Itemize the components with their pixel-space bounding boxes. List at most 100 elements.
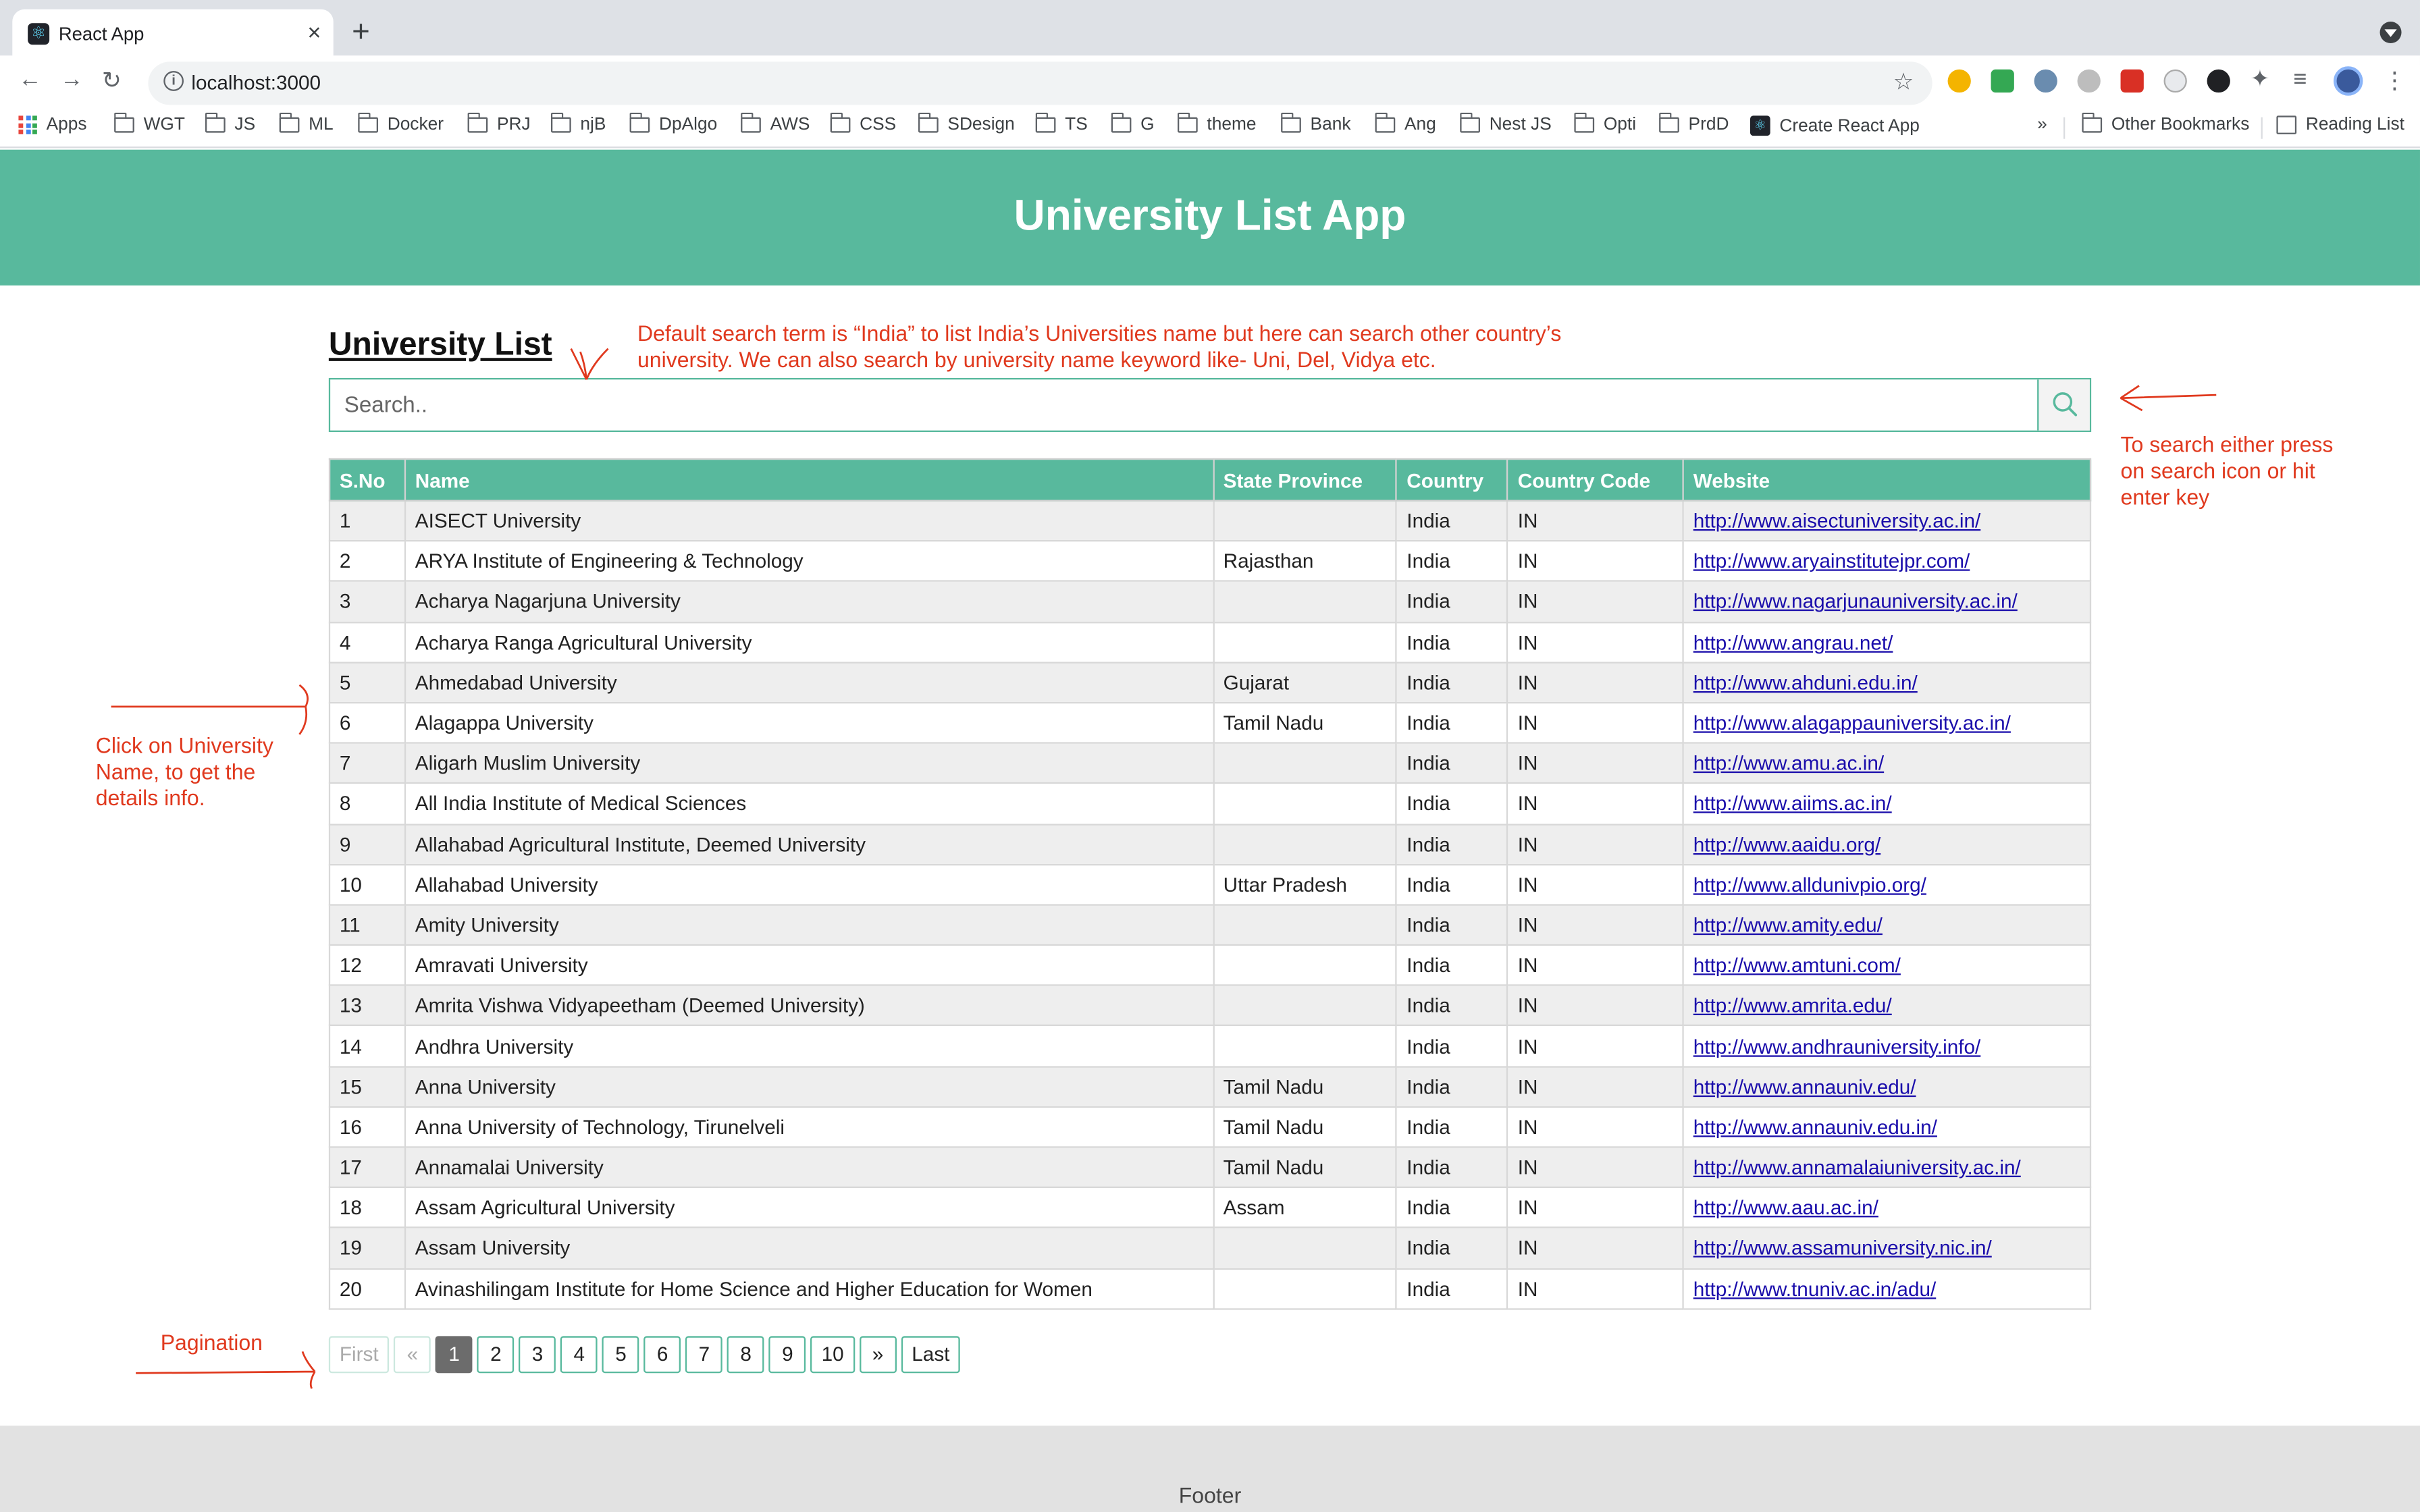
bookmark-folder[interactable]: WGT [113,112,185,134]
university-name-link[interactable]: Amity University [404,904,1214,946]
bookmark-create-react-app[interactable]: ⚛ Create React App [1750,115,1920,136]
bookmark-folder[interactable]: DpAlgo [629,112,717,134]
search-button[interactable] [2037,379,2090,431]
bookmark-folder[interactable]: Docker [357,112,444,134]
university-name-link[interactable]: Assam University [404,1226,1214,1270]
university-name-link[interactable]: AISECT University [404,500,1214,542]
website-link[interactable]: http://www.aisectuniversity.ac.in/ [1693,509,1981,532]
block-extension-icon[interactable] [2207,69,2230,93]
close-icon[interactable]: × [307,20,321,47]
pagination-page-button[interactable]: 2 [477,1336,515,1374]
university-name-link[interactable]: Allahabad University [404,863,1214,906]
pagination-page-button[interactable]: 3 [519,1336,556,1374]
university-name-link[interactable]: Acharya Ranga Agricultural University [404,621,1214,664]
pagination-page-button[interactable]: 9 [768,1336,806,1374]
university-name-link[interactable]: Ahmedabad University [404,661,1214,704]
website-link[interactable]: http://www.amu.ac.in/ [1693,752,1884,775]
website-link[interactable]: http://www.annamalaiuniversity.ac.in/ [1693,1156,2021,1179]
tab-search-icon[interactable] [2379,21,2402,43]
university-name-link[interactable]: ARYA Institute of Engineering & Technolo… [404,540,1214,583]
university-name-link[interactable]: Assam Agricultural University [404,1187,1214,1229]
university-name-link[interactable]: Aligarh Muslim University [404,742,1214,784]
bookmark-apps[interactable]: Apps [18,115,86,134]
website-link[interactable]: http://www.aaidu.org/ [1693,832,1880,855]
website-link[interactable]: http://www.annauniv.edu.in/ [1693,1115,1937,1138]
bookmark-folder[interactable]: JS [205,112,255,134]
bookmark-other[interactable]: Other Bookmarks [2081,112,2249,134]
website-link[interactable]: http://www.andhrauniversity.info/ [1693,1035,1981,1058]
website-link[interactable]: http://www.amtuni.com/ [1693,954,1901,977]
website-link[interactable]: http://www.annauniv.edu/ [1693,1075,1916,1098]
profile-avatar[interactable] [2333,66,2363,96]
university-name-link[interactable]: Andhra University [404,1025,1214,1067]
back-icon[interactable]: ← [18,66,41,92]
bookmark-folder[interactable]: PrdD [1658,112,1729,134]
website-link[interactable]: http://www.amity.edu/ [1693,913,1883,936]
website-link[interactable]: http://www.assamuniversity.nic.in/ [1693,1237,1992,1260]
university-name-link[interactable]: Annamalai University [404,1146,1214,1189]
forward-icon[interactable]: → [60,66,83,92]
university-name-link[interactable]: Alagappa University [404,701,1214,745]
university-name-link[interactable]: Anna University of Technology, Tirunelve… [404,1106,1214,1148]
red-extension-icon[interactable] [2120,69,2144,93]
bookmark-folder[interactable]: Ang [1374,112,1436,134]
pagination-page-button[interactable]: 1 [436,1336,473,1374]
bookmark-folder[interactable]: njB [550,112,606,134]
pagination-page-button[interactable]: 4 [560,1336,598,1374]
bookmark-folder[interactable]: AWS [740,112,810,134]
address-bar[interactable]: i localhost:3000 ☆ [148,61,1932,105]
bookmark-star-icon[interactable]: ☆ [1893,68,1914,96]
website-link[interactable]: http://www.amrita.edu/ [1693,994,1892,1017]
university-name-link[interactable]: Anna University [404,1065,1214,1108]
bookmark-folder[interactable]: ML [279,112,334,134]
pagination-page-button[interactable]: 7 [685,1336,723,1374]
website-link[interactable]: http://www.alagappauniversity.ac.in/ [1693,711,2011,734]
pagination-last-button[interactable]: Last [901,1336,961,1374]
university-name-link[interactable]: Amrita Vishwa Vidyapeetham (Deemed Unive… [404,984,1214,1027]
search-input[interactable] [330,379,2038,431]
timer-extension-icon[interactable] [2163,69,2187,93]
url-text[interactable]: localhost:3000 [191,71,321,94]
reload-icon[interactable]: ↻ [102,66,122,94]
website-link[interactable]: http://www.alldunivpio.org/ [1693,873,1926,896]
bookmark-folder[interactable]: CSS [830,112,896,134]
website-link[interactable]: http://www.aiims.ac.in/ [1693,792,1892,815]
website-link[interactable]: http://www.aryainstitutejpr.com/ [1693,549,1970,572]
university-name-link[interactable]: Amravati University [404,944,1214,987]
website-link[interactable]: http://www.ahduni.edu.in/ [1693,671,1918,694]
media-icon[interactable]: ≡ [2294,67,2307,93]
pagination-page-button[interactable]: 10 [810,1336,855,1374]
website-link[interactable]: http://www.angrau.net/ [1693,630,1893,653]
website-link[interactable]: http://www.nagarjunauniversity.ac.in/ [1693,590,2018,613]
menu-kebab-icon[interactable]: ⋮ [2383,66,2406,94]
reading-list-button[interactable]: Reading List [2276,115,2404,134]
pagination-first-button[interactable]: First [328,1336,390,1374]
university-name-link[interactable]: Allahabad Agricultural Institute, Deemed… [404,823,1214,865]
website-link[interactable]: http://www.aau.ac.in/ [1693,1196,1878,1219]
chart-extension-icon[interactable] [1991,69,2014,93]
pagination-page-button[interactable]: 6 [643,1336,681,1374]
website-link[interactable]: http://www.tnuniv.ac.in/adu/ [1693,1277,1937,1300]
pagination-prev-button[interactable]: « [394,1336,431,1374]
pagination-next-button[interactable]: » [859,1336,897,1374]
bookmark-folder[interactable]: SDesign [918,112,1015,134]
grey-extension-icon[interactable] [2077,69,2101,93]
university-name-link[interactable]: Acharya Nagarjuna University [404,580,1214,623]
bookmarks-overflow[interactable]: » [2037,115,2047,134]
bookmark-folder[interactable]: PRJ [467,112,531,134]
university-name-link[interactable]: All India Institute of Medical Sciences [404,782,1214,825]
r-extension-icon[interactable] [2034,69,2057,93]
bookmark-folder[interactable]: Nest JS [1459,112,1552,134]
university-name-link[interactable]: Avinashilingam Institute for Home Scienc… [404,1267,1214,1310]
bookmark-folder[interactable]: Opti [1573,112,1636,134]
bookmark-folder[interactable]: TS [1035,112,1088,134]
bookmark-folder[interactable]: Bank [1280,112,1350,134]
pagination-page-button[interactable]: 5 [602,1336,639,1374]
puzzle-extensions-icon[interactable]: ✦ [2251,67,2270,93]
info-icon[interactable]: i [163,71,184,91]
cookie-extension-icon[interactable] [1947,69,1971,93]
pagination-page-button[interactable]: 8 [727,1336,765,1374]
bookmark-folder[interactable]: G [1111,112,1155,134]
bookmark-folder[interactable]: theme [1177,112,1256,134]
new-tab-button[interactable]: + [352,16,370,49]
